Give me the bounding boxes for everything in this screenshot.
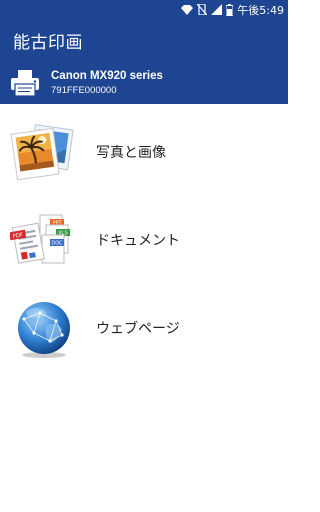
documents-icon: PPT XLS DOC PDF bbox=[10, 214, 70, 264]
menu-item-photos[interactable]: 写真と画像 bbox=[0, 108, 288, 196]
menu-item-webpages[interactable]: ウェブページ bbox=[0, 284, 288, 372]
printer-selector[interactable]: Canon MX920 series 791FFE000000 bbox=[0, 61, 288, 104]
app-title: 能古印画 bbox=[13, 32, 83, 53]
status-time: 午後5:49 bbox=[237, 3, 284, 17]
menu-label-webpages: ウェブページ bbox=[96, 321, 180, 337]
printer-name: Canon MX920 series bbox=[51, 69, 163, 82]
menu-item-documents[interactable]: PPT XLS DOC PDF ドキュメント bbox=[0, 196, 288, 284]
menu-label-documents: ドキュメント bbox=[96, 233, 180, 249]
globe-icon bbox=[18, 302, 70, 358]
photo-icon bbox=[10, 124, 74, 181]
printer-info: Canon MX920 series 791FFE000000 bbox=[51, 70, 163, 96]
status-bar: 午後5:49 bbox=[0, 0, 288, 19]
printer-icon bbox=[11, 69, 39, 97]
signal-icon bbox=[211, 4, 223, 15]
printer-serial: 791FFE000000 bbox=[51, 84, 117, 96]
menu-label-photos: 写真と画像 bbox=[96, 145, 166, 161]
svg-text:DOC: DOC bbox=[51, 241, 63, 247]
app-bar: 能古印画 bbox=[0, 19, 288, 61]
network-icon bbox=[181, 4, 194, 15]
vibrate-icon bbox=[197, 4, 208, 15]
battery-icon bbox=[226, 3, 234, 16]
